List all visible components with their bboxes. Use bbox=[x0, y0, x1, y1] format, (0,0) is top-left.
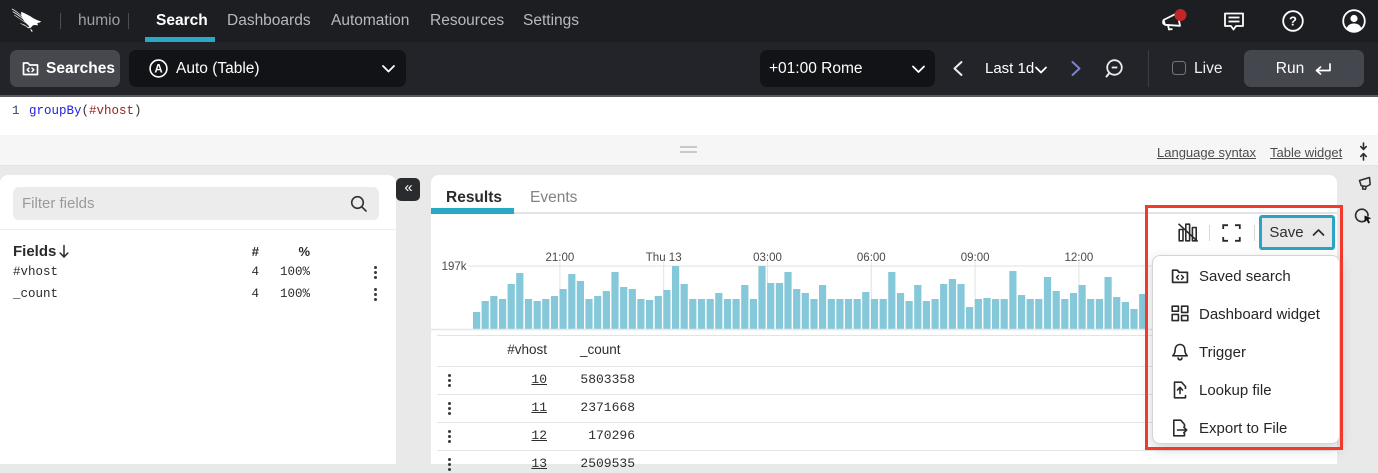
svg-text:21:00: 21:00 bbox=[546, 252, 575, 264]
svg-text:06:00: 06:00 bbox=[857, 252, 886, 264]
svg-text:?: ? bbox=[1289, 14, 1297, 29]
svg-text:12:00: 12:00 bbox=[1065, 252, 1094, 264]
svg-text:197k: 197k bbox=[442, 261, 467, 273]
svg-text:Thu 13: Thu 13 bbox=[646, 252, 682, 264]
svg-text:A: A bbox=[154, 64, 162, 76]
svg-text:09:00: 09:00 bbox=[961, 252, 990, 264]
svg-text:03:00: 03:00 bbox=[753, 252, 782, 264]
